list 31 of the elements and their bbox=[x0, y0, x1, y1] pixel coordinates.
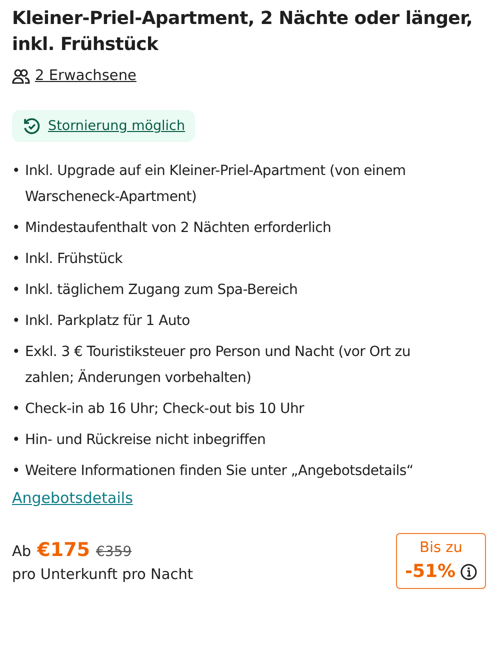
feature-item: Inkl. Parkplatz für 1 Auto bbox=[25, 312, 191, 331]
offer-title: Kleiner-Priel-Apartment, 2 Nächte oder länger, inkl. Frühstück bbox=[12, 7, 474, 57]
price-prefix: Ab bbox=[12, 544, 32, 560]
feature-item: Check-in ab 16 Uhr; Check-out bis 10 Uhr bbox=[25, 400, 306, 419]
current-price: €175 bbox=[37, 539, 90, 561]
bullet-marker: • bbox=[12, 250, 21, 269]
cancellation-badge[interactable]: Stornierung möglich bbox=[12, 110, 196, 142]
bullet-marker: • bbox=[12, 219, 21, 238]
feature-item: Weitere Informationen finden Sie unter „Angebotsdetails“ bbox=[25, 462, 414, 481]
feature-item: Mindestaufenthalt von 2 Nächten erforderlich bbox=[25, 219, 332, 238]
feature-item: Exkl. 3 € Touristiksteuer pro Person und Nacht (vor Ort zu zahlen; Änderungen vorbehalten) bbox=[25, 343, 412, 388]
bullet-marker: • bbox=[12, 462, 21, 481]
feature-item: Inkl. Frühstück bbox=[25, 250, 124, 269]
details-link[interactable]: Angebotsdetails bbox=[12, 489, 133, 507]
bullet-marker: • bbox=[12, 281, 21, 300]
discount-label: Bis zu bbox=[418, 540, 464, 556]
original-price: €359 bbox=[96, 544, 132, 560]
bullet-marker: • bbox=[12, 400, 21, 419]
price-unit: pro Unterkunft pro Nacht bbox=[12, 567, 194, 583]
feature-item: Hin- und Rückreise nicht inbegriffen bbox=[25, 431, 267, 450]
feature-item: Inkl. Upgrade auf ein Kleiner-Priel-Apartment (von einem Warscheneck-Apartment) bbox=[25, 162, 407, 207]
people-icon bbox=[12, 68, 30, 84]
bullet-marker: • bbox=[12, 343, 21, 362]
bullet-marker: • bbox=[12, 312, 21, 331]
guests-link[interactable]: 2 Erwachsene bbox=[35, 68, 136, 84]
feature-item: Inkl. täglichem Zugang zum Spa-Bereich bbox=[25, 281, 299, 300]
info-icon[interactable] bbox=[460, 562, 477, 580]
discount-value: -51% bbox=[405, 561, 456, 582]
bullet-marker: • bbox=[12, 162, 21, 181]
refresh-check-icon bbox=[22, 116, 42, 136]
bullet-marker: • bbox=[12, 431, 21, 450]
